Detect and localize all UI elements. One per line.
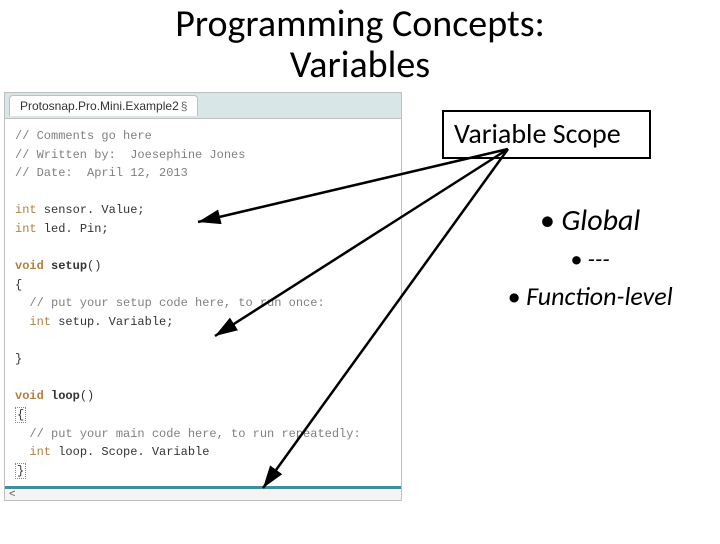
code-keyword: void [15,259,44,273]
code-sig: () [80,389,94,403]
code-brace: } [15,352,22,366]
code-comment: // Comments go here [15,129,152,143]
code-comment: // put your main code here, to run repea… [15,427,361,441]
code-ident: loop. Scope. Variable [51,445,209,459]
code-ident: setup. Variable; [51,315,173,329]
code-type-kw: int [29,445,51,459]
tab-label: Protosnap.Pro.Mini.Example2 [20,99,179,113]
code-body: // Comments go here // Written by: Joese… [5,119,401,486]
editor-tabbar: Protosnap.Pro.Mini.Example2§ [5,93,401,119]
code-ident: led. Pin; [37,222,109,236]
code-brace: { [15,278,22,292]
slide-title: Programming Concepts: Variables [0,4,720,86]
variable-scope-heading: Variable Scope [454,116,621,151]
code-editor-panel: Protosnap.Pro.Mini.Example2§ // Comments… [4,92,402,501]
bullet-global: • Global [470,202,710,239]
tab-section-mark: § [181,99,188,113]
code-comment: // put your setup code here, to run once… [15,296,325,310]
cursor-indicator: { [15,407,26,423]
code-func-name: setup [44,259,87,273]
scope-bullets: • Global • --- • Function-level [470,202,710,312]
footer-chevron-icon: < [9,489,16,501]
code-sig: () [87,259,101,273]
editor-tab[interactable]: Protosnap.Pro.Mini.Example2§ [9,95,198,116]
cursor-indicator: } [15,463,26,479]
title-line-1: Programming Concepts: [175,1,545,47]
variable-scope-heading-box: Variable Scope [442,110,651,159]
code-func-name: loop [44,389,80,403]
bullet-sep: • --- [470,245,710,274]
code-type-kw: int [15,222,37,236]
code-keyword: void [15,389,44,403]
code-type-kw: int [29,315,51,329]
title-line-2: Variables [290,42,430,88]
code-type-kw: int [15,203,37,217]
code-ident: sensor. Value; [37,203,145,217]
code-comment: // Date: April 12, 2013 [15,166,188,180]
editor-footer: < [5,486,401,500]
bullet-function-level: • Function-level [470,280,710,312]
code-comment: // Written by: Joesephine Jones [15,148,245,162]
